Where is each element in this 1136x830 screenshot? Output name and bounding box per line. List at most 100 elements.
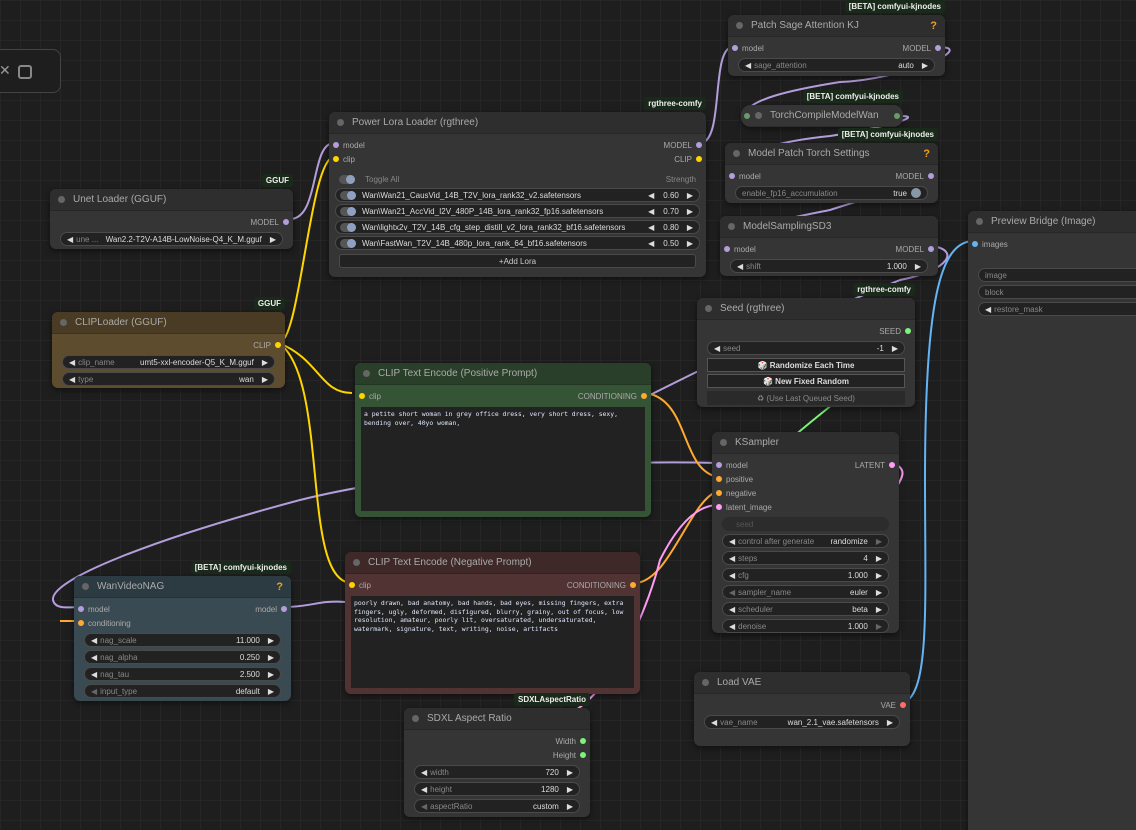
- input-slot-dot[interactable]: [716, 476, 722, 482]
- lora-strength[interactable]: 0.50: [663, 239, 679, 248]
- increment-arrow-icon[interactable]: ▶: [567, 768, 573, 777]
- increment-arrow-icon[interactable]: ▶: [915, 262, 921, 271]
- lora-strength[interactable]: 0.80: [663, 223, 679, 232]
- node-unet[interactable]: Unet Loader (GGUF) MODEL ◀ une ... Wan2.2-T2…: [50, 189, 293, 249]
- node-neg[interactable]: CLIP Text Encode (Negative Prompt) clip CO…: [345, 552, 640, 694]
- output-slot[interactable]: CONDITIONING: [578, 392, 647, 401]
- increment-arrow-icon[interactable]: ▶: [687, 207, 693, 216]
- output-slot-dot[interactable]: [905, 328, 911, 334]
- input-slot[interactable]: model: [716, 461, 748, 470]
- cfg-widget[interactable]: ◀ cfg 1.000 ▶: [722, 568, 889, 582]
- node-header[interactable]: CLIP Text Encode (Negative Prompt): [345, 552, 640, 574]
- lora-name[interactable]: Wan\FastWan_T2V_14B_480p_lora_rank_64_bf…: [362, 239, 648, 248]
- input-slot[interactable]: negative: [716, 489, 756, 498]
- node-header[interactable]: WanVideoNAG?: [74, 576, 291, 598]
- toggle-switch[interactable]: [911, 188, 921, 198]
- image-widget[interactable]: image: [978, 268, 1136, 282]
- nag-alpha-widget[interactable]: ◀ nag_alpha 0.250 ▶: [84, 650, 281, 664]
- node-header[interactable]: KSampler: [712, 432, 899, 454]
- shift-widget[interactable]: ◀ shift 1.000 ▶: [730, 259, 928, 273]
- node-header[interactable]: Seed (rgthree): [697, 298, 915, 320]
- node-lora[interactable]: Power Lora Loader (rgthree) model MODEL cli…: [329, 112, 706, 277]
- new-fixed-random-button[interactable]: 🎲 New Fixed Random: [707, 374, 905, 388]
- aspectratio-widget[interactable]: ◀ aspectRatio custom ▶: [414, 799, 580, 813]
- collapse-toggle-dot[interactable]: [736, 22, 743, 29]
- increment-arrow-icon[interactable]: ▶: [687, 191, 693, 200]
- node-header[interactable]: Power Lora Loader (rgthree): [329, 112, 706, 134]
- decrement-arrow-icon[interactable]: ◀: [69, 375, 75, 384]
- decrement-arrow-icon[interactable]: ◀: [737, 262, 743, 271]
- input-slot-dot[interactable]: [972, 241, 978, 247]
- decrement-arrow-icon[interactable]: ◀: [711, 718, 717, 727]
- output-slot-dot[interactable]: [894, 113, 900, 119]
- height-widget[interactable]: ◀ height 1280 ▶: [414, 782, 580, 796]
- increment-arrow-icon[interactable]: ▶: [876, 537, 882, 546]
- node-preview[interactable]: Preview Bridge (Image) images image block ◀ r…: [968, 211, 1136, 830]
- node-mpts[interactable]: Model Patch Torch Settings? model MODEL ena…: [725, 143, 938, 203]
- decrement-arrow-icon[interactable]: ◀: [91, 636, 97, 645]
- output-slot-dot[interactable]: [641, 393, 647, 399]
- decrement-arrow-icon[interactable]: ◀: [745, 61, 751, 70]
- increment-arrow-icon[interactable]: ▶: [268, 687, 274, 696]
- sampler-name-widget[interactable]: ◀ sampler_name euler ▶: [722, 585, 889, 599]
- increment-arrow-icon[interactable]: ▶: [876, 622, 882, 631]
- scheduler-widget[interactable]: ◀ scheduler beta ▶: [722, 602, 889, 616]
- input-slot-dot[interactable]: [78, 620, 84, 626]
- control-after-generate-widget[interactable]: ◀ control after generate randomize ▶: [722, 534, 889, 548]
- output-slot-dot[interactable]: [696, 156, 702, 162]
- output-slot-dot[interactable]: [900, 702, 906, 708]
- input-slot-dot[interactable]: [78, 606, 84, 612]
- output-slot-dot[interactable]: [580, 738, 586, 744]
- lora-name[interactable]: Wan\Wan21_AccVid_I2V_480P_14B_lora_rank3…: [362, 207, 648, 216]
- increment-arrow-icon[interactable]: ▶: [892, 344, 898, 353]
- increment-arrow-icon[interactable]: ▶: [270, 235, 276, 244]
- decrement-arrow-icon[interactable]: ◀: [729, 622, 735, 631]
- width-widget[interactable]: ◀ width 720 ▶: [414, 765, 580, 779]
- collapse-toggle-dot[interactable]: [58, 196, 65, 203]
- output-slot[interactable]: CONDITIONING: [567, 581, 636, 590]
- input-slot[interactable]: clip: [333, 155, 355, 164]
- input-slot-dot[interactable]: [729, 173, 735, 179]
- vae-name-widget[interactable]: ◀ vae_name wan_2.1_vae.safetensors ▶: [704, 715, 900, 729]
- output-slot[interactable]: Width: [556, 737, 586, 746]
- node-sdxl[interactable]: SDXL Aspect Ratio Width Height ◀ width 720 ▶ ◀ h…: [404, 708, 590, 817]
- node-header[interactable]: SDXL Aspect Ratio: [404, 708, 590, 730]
- maximize-icon[interactable]: [18, 65, 32, 79]
- use-last-queued-seed-button[interactable]: ♻ (Use Last Queued Seed): [707, 391, 905, 405]
- collapse-toggle-dot[interactable]: [353, 559, 360, 566]
- randomize-each-time-button[interactable]: 🎲 Randomize Each Time: [707, 358, 905, 372]
- output-slot-dot[interactable]: [630, 582, 636, 588]
- help-icon[interactable]: ?: [930, 20, 937, 32]
- help-icon[interactable]: ?: [923, 148, 930, 160]
- prompt-textarea[interactable]: poorly drawn, bad anatomy, bad hands, ba…: [351, 596, 634, 688]
- decrement-arrow-icon[interactable]: ◀: [648, 239, 654, 248]
- toggle-all-switch[interactable]: [339, 174, 355, 184]
- input-slot-dot[interactable]: [359, 393, 365, 399]
- node-seed[interactable]: Seed (rgthree) SEED ◀ seed -1 ▶ 🎲 Randomize Ea…: [697, 298, 915, 407]
- increment-arrow-icon[interactable]: ▶: [887, 718, 893, 727]
- decrement-arrow-icon[interactable]: ◀: [421, 768, 427, 777]
- increment-arrow-icon[interactable]: ▶: [268, 670, 274, 679]
- decrement-arrow-icon[interactable]: ◀: [729, 554, 735, 563]
- collapse-toggle-dot[interactable]: [728, 223, 735, 230]
- input-slot-dot[interactable]: [716, 504, 722, 510]
- output-slot[interactable]: MODEL: [896, 172, 934, 181]
- node-header[interactable]: CLIPLoader (GGUF): [52, 312, 285, 334]
- node-clip[interactable]: CLIPLoader (GGUF) CLIP ◀ clip_name umt5-xxl-…: [52, 312, 285, 388]
- denoise-widget[interactable]: ◀ denoise 1.000 ▶: [722, 619, 889, 633]
- collapse-toggle-dot[interactable]: [412, 715, 419, 722]
- decrement-arrow-icon[interactable]: ◀: [729, 571, 735, 580]
- output-slot[interactable]: Height: [553, 751, 586, 760]
- input-slot[interactable]: positive: [716, 475, 753, 484]
- lora-enable-toggle[interactable]: [340, 222, 356, 232]
- increment-arrow-icon[interactable]: ▶: [567, 785, 573, 794]
- sage-attention-widget[interactable]: ◀ sage_attention auto ▶: [738, 58, 935, 72]
- node-vae[interactable]: Load VAE VAE ◀ vae_name wan_2.1_vae.safetens…: [694, 672, 910, 746]
- output-slot-dot[interactable]: [696, 142, 702, 148]
- node-header[interactable]: Load VAE: [694, 672, 910, 694]
- node-pos[interactable]: CLIP Text Encode (Positive Prompt) clip CO…: [355, 363, 651, 517]
- output-slot-dot[interactable]: [281, 606, 287, 612]
- input-slot-dot[interactable]: [349, 582, 355, 588]
- input-slot-dot[interactable]: [716, 490, 722, 496]
- help-icon[interactable]: ?: [276, 581, 283, 593]
